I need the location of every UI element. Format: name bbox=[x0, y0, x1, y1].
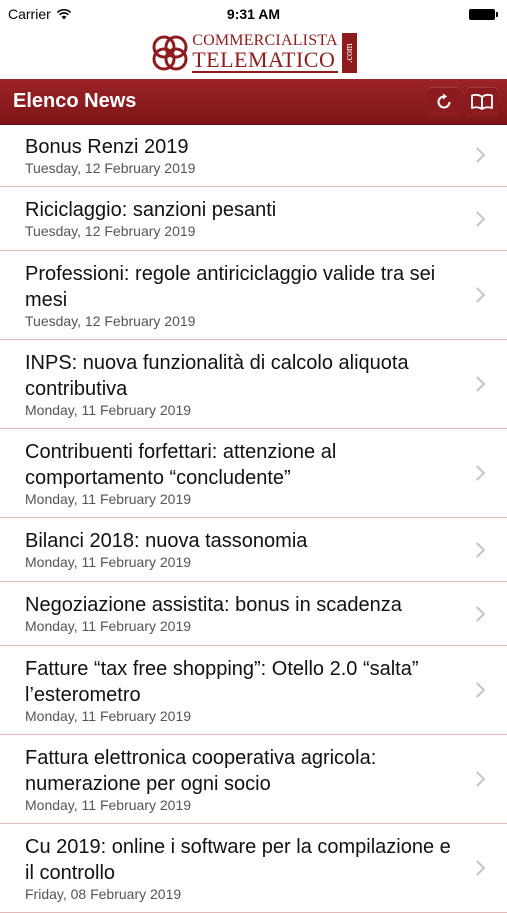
logo-suffix: .com bbox=[341, 33, 357, 73]
book-icon bbox=[471, 93, 493, 110]
news-date: Monday, 11 February 2019 bbox=[25, 491, 192, 507]
news-title: Fatture “tax free shopping”: Otello 2.0 … bbox=[25, 658, 419, 706]
news-title: Contribuenti forfettari: attenzione al c… bbox=[25, 441, 337, 489]
app-logo: COMMERCIALISTA TELEMATICO .com bbox=[150, 33, 357, 73]
news-title: Professioni: regole antiriciclaggio vali… bbox=[25, 263, 436, 311]
logo-area: COMMERCIALISTA TELEMATICO .com bbox=[0, 30, 507, 76]
news-date: Monday, 11 February 2019 bbox=[25, 797, 192, 813]
news-item[interactable]: INPS: nuova funzionalità di calcolo aliq… bbox=[0, 340, 507, 429]
news-date: Friday, 08 February 2019 bbox=[25, 886, 182, 902]
news-date: Monday, 11 February 2019 bbox=[25, 402, 192, 418]
refresh-icon bbox=[437, 93, 451, 108]
status-time: 9:31 AM bbox=[226, 6, 281, 22]
news-item[interactable]: Bonus Renzi 2019 Tuesday, 12 February 20… bbox=[0, 124, 507, 187]
chevron-right-icon bbox=[469, 771, 486, 787]
news-title: Bonus Renzi 2019 bbox=[25, 136, 189, 158]
chevron-right-icon bbox=[469, 605, 486, 622]
chevron-right-icon bbox=[469, 287, 486, 303]
news-date: Monday, 11 February 2019 bbox=[25, 618, 192, 634]
chevron-right-icon bbox=[469, 465, 486, 481]
chevron-right-icon bbox=[469, 147, 486, 163]
news-date: Tuesday, 12 February 2019 bbox=[25, 160, 196, 176]
news-title: Negoziazione assistita: bonus in scadenz… bbox=[25, 594, 402, 616]
news-title: Cu 2019: online i software per la compil… bbox=[25, 836, 451, 884]
news-title: Fattura elettronica cooperativa agricola… bbox=[25, 747, 377, 795]
news-item[interactable]: Contribuenti forfettari: attenzione al c… bbox=[0, 429, 507, 518]
news-item[interactable]: Negoziazione assistita: bonus in scadenz… bbox=[0, 582, 507, 646]
chevron-right-icon bbox=[469, 376, 486, 392]
news-item[interactable]: Fatture “tax free shopping”: Otello 2.0 … bbox=[0, 646, 507, 735]
chevron-right-icon bbox=[469, 682, 486, 698]
chevron-right-icon bbox=[469, 860, 486, 876]
refresh-button[interactable] bbox=[428, 86, 460, 117]
chevron-right-icon bbox=[469, 210, 486, 227]
chevron-right-icon bbox=[469, 541, 486, 558]
news-date: Monday, 11 February 2019 bbox=[25, 554, 192, 570]
book-button[interactable] bbox=[466, 86, 498, 117]
logo-line2: TELEMATICO bbox=[192, 49, 338, 73]
news-date: Tuesday, 12 February 2019 bbox=[25, 313, 196, 329]
news-title: Riciclaggio: sanzioni pesanti bbox=[25, 199, 277, 221]
news-item[interactable]: Fattura elettronica cooperativa agricola… bbox=[0, 735, 507, 824]
page-title: Elenco News bbox=[13, 90, 137, 112]
nav-bar: Elenco News bbox=[0, 79, 507, 125]
news-title: Bilanci 2018: nuova tassonomia bbox=[25, 530, 308, 552]
news-item[interactable]: Riciclaggio: sanzioni pesanti Tuesday, 1… bbox=[0, 187, 507, 251]
logo-text: COMMERCIALISTA TELEMATICO bbox=[192, 33, 338, 73]
battery-icon bbox=[469, 8, 498, 20]
news-item[interactable]: Bilanci 2018: nuova tassonomia Monday, 1… bbox=[0, 518, 507, 582]
logo-mark-icon bbox=[152, 35, 188, 71]
nav-actions bbox=[428, 86, 507, 117]
news-title: INPS: nuova funzionalità di calcolo aliq… bbox=[25, 352, 409, 400]
news-date: Tuesday, 12 February 2019 bbox=[25, 223, 196, 239]
status-bar: Carrier 9:31 AM bbox=[0, 0, 507, 28]
news-date: Monday, 11 February 2019 bbox=[25, 708, 192, 724]
news-item[interactable]: Professioni: regole antiriciclaggio vali… bbox=[0, 251, 507, 340]
news-list: Bonus Renzi 2019 Tuesday, 12 February 20… bbox=[0, 124, 507, 913]
